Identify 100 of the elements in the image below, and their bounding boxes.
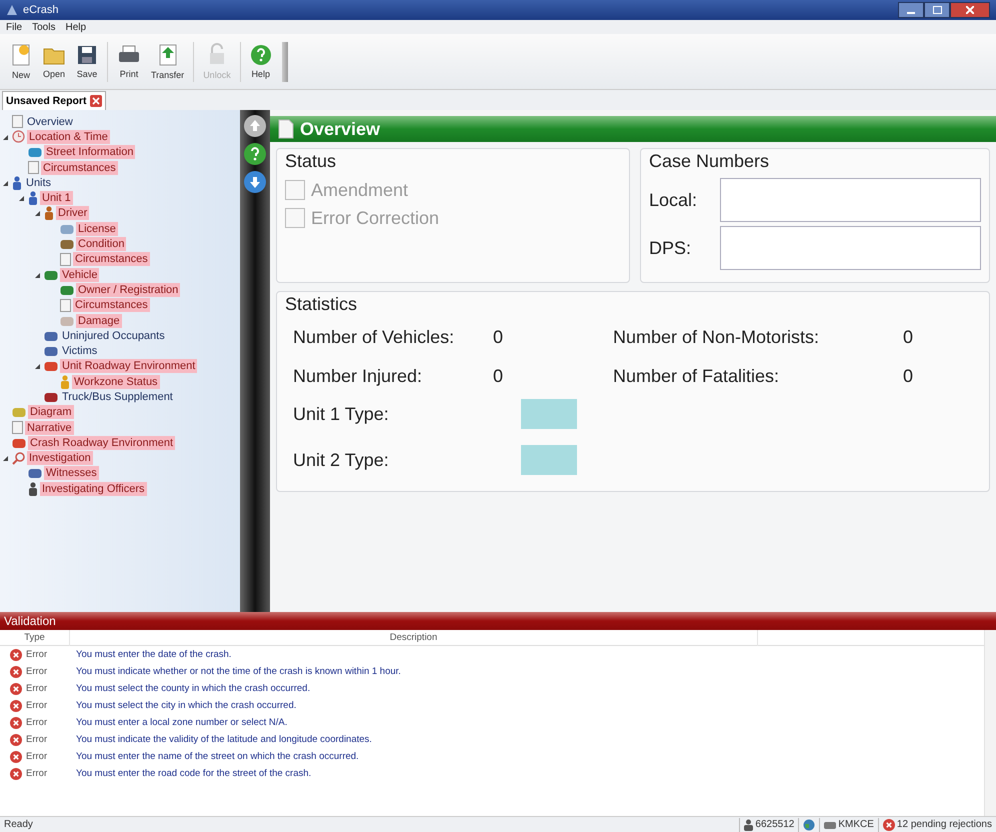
close-button[interactable] [950,2,990,18]
toolbar-button[interactable]: Open [38,42,70,81]
expanded-arrow-icon[interactable] [18,194,26,202]
expanded-arrow-icon[interactable] [34,270,42,279]
tree-item[interactable]: Unit 1 [40,191,73,206]
group-title: Status [285,151,336,172]
save-icon [76,44,98,66]
unit-type-field[interactable] [521,445,577,475]
expanded-arrow-icon[interactable] [2,178,10,187]
error-icon [10,700,22,712]
type-cell: Error [0,734,70,746]
group-title: Statistics [285,294,358,315]
tree-item[interactable]: Crash Roadway Environment [28,436,176,450]
tree-item[interactable]: Narrative [25,420,74,435]
scrollbar[interactable] [984,630,996,816]
unit-type-label: Unit 1 Type: [293,404,390,424]
description-cell-text: You must enter the name of the street on which the crash occurred. [75,751,360,762]
page-icon [60,298,71,312]
tree-item[interactable]: Investigating Officers [40,482,147,496]
app-icon [6,4,18,16]
tree-item[interactable]: Victims [60,344,100,358]
toolbar-grip[interactable] [282,42,288,82]
rejections-count: 12 pending rejections [896,819,992,830]
field-label: Local: [649,190,698,210]
magnifier-icon [12,452,25,465]
minimize-button[interactable] [898,2,924,18]
agency-code: KMKCE [838,819,874,830]
tree-item[interactable]: Uninjured Occupants [60,328,167,343]
tree-item[interactable]: Circumstances [73,298,150,312]
error-icon [10,666,22,678]
stat-label: Number of Fatalities: [613,366,780,387]
document-tab[interactable]: Unsaved Report [2,91,106,110]
worker-icon [60,374,70,389]
unit-type-field[interactable] [521,399,577,429]
tree-item[interactable]: Circumstances [73,252,150,266]
person-icon [744,818,754,830]
error-icon [10,682,22,694]
type-cell: Error [0,768,70,780]
column-header[interactable]: Type [0,630,70,646]
down-arrow-button[interactable] [243,170,267,194]
field-label: DPS: [649,238,692,258]
type-cell: Error [0,666,70,678]
stat-value: 0 [903,327,914,348]
toolbar-button[interactable]: Help [246,42,276,81]
tree-item[interactable]: Truck/Bus Supplement [60,390,175,404]
validation-title: Validation [4,614,56,628]
description-cell-text: You must enter the road code for the street of the crash. [75,768,312,779]
tree-item[interactable]: Driver [56,206,90,220]
close-icon[interactable] [90,95,102,107]
expanded-arrow-icon[interactable] [2,454,10,462]
tree-item[interactable]: Overview [25,114,75,129]
toolbar-button[interactable]: Print [113,42,145,81]
type-cell: Error [0,648,70,660]
type-cell: Error [0,700,70,712]
tree-item[interactable]: Investigation [27,451,93,466]
input-field[interactable] [720,178,981,222]
menu-item[interactable]: Help [65,22,86,32]
upload-document-icon [156,43,179,67]
stat-label: Number of Vehicles: [293,327,456,348]
description-cell-text: You must enter the date of the crash. [75,649,232,660]
group-title: Case Numbers [649,151,770,172]
stat-value: 0 [903,366,914,387]
error-icon [882,818,895,830]
stat-value: 0 [493,366,504,387]
window-title: eCrash [23,4,58,16]
toolbar-button[interactable]: Transfer [147,41,188,82]
tree-item[interactable]: Condition [76,237,126,252]
description-cell-text: You must select the county in which the crash occurred. [75,683,312,694]
toolbar-button[interactable]: Save [72,42,102,81]
status-text: Ready [4,819,33,830]
close-icon [966,6,974,14]
tree-item[interactable]: License [76,222,118,236]
input-field[interactable] [720,226,981,270]
tree-item[interactable]: Damage [76,314,122,328]
menu-item[interactable]: File [6,22,22,32]
column-header[interactable]: Description [70,630,758,646]
tree-item[interactable]: Units [24,176,54,190]
unit-type-label: Unit 2 Type: [293,450,390,470]
stat-label: Number Injured: [293,366,424,387]
expanded-arrow-icon[interactable] [34,362,42,370]
tree-item[interactable]: Diagram [28,405,74,420]
tree-item[interactable]: Vehicle [60,268,100,282]
tree-item[interactable]: Witnesses [44,466,99,480]
expanded-arrow-icon[interactable] [2,132,10,141]
toolbar-button[interactable]: New [6,41,36,82]
error-icon [10,716,22,728]
help-button[interactable] [243,142,267,166]
tree-item[interactable]: Street Information [44,145,136,160]
maximize-icon [932,6,942,14]
menu-item[interactable]: Tools [32,22,56,32]
tree-item[interactable]: Owner / Registration [76,282,180,297]
maximize-button[interactable] [924,2,950,18]
expanded-arrow-icon[interactable] [34,209,42,218]
tree-item[interactable]: Circumstances [41,160,118,175]
tree-item[interactable]: Unit Roadway Environment [60,359,198,374]
globe-icon [803,818,816,830]
stat-label: Number of Non-Motorists: [613,327,820,348]
tree-item[interactable]: Workzone Status [72,374,160,389]
tree-item[interactable]: Location & Time [27,130,110,144]
description-cell-text: You must enter a local zone number or select N/A. [75,717,288,728]
